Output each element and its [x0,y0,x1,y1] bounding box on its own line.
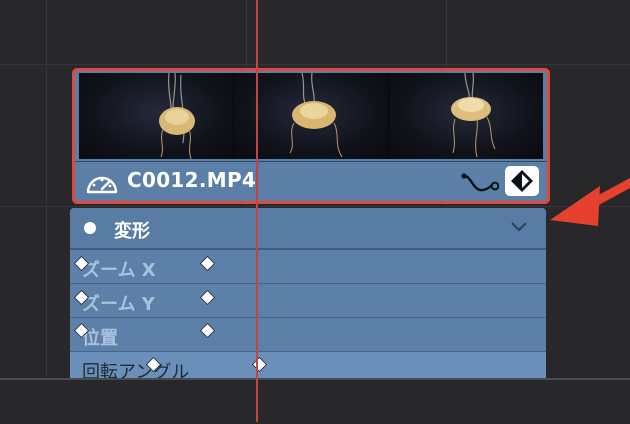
property-label: ズーム Y [82,294,155,315]
timeline-bottom-track [0,378,630,424]
thumbnail-frame [79,73,234,159]
property-row-rotation[interactable]: 回転アングル [70,352,546,380]
property-label: ズーム X [82,260,156,281]
track-divider [0,64,630,65]
chevron-down-icon[interactable] [510,220,528,234]
transform-title: 変形 [114,221,150,242]
track-divider [0,206,630,207]
property-row-zoom-y[interactable]: ズーム Y [70,284,546,319]
speedometer-icon[interactable] [85,172,119,196]
property-row-position[interactable]: 位置 [70,318,546,353]
keyframe-diamond-icon [511,170,533,192]
clip-footer: C0012.MP4 [75,161,547,201]
timeline-clip[interactable]: C0012.MP4 [72,68,550,204]
transform-panel: 変形 ズーム X ズーム Y 位置 回転アングル [70,208,546,380]
transform-header[interactable]: 変形 [70,208,546,250]
annotation-arrow-icon [550,178,630,226]
playhead[interactable] [256,0,258,422]
curve-icon[interactable] [461,170,499,196]
property-row-zoom-x[interactable]: ズーム X [70,250,546,285]
keyframe-toggle-dot[interactable] [84,222,96,234]
clip-name: C0012.MP4 [127,168,257,192]
clip-thumbnails [79,73,543,159]
property-label: 回転アングル [82,362,190,380]
thumbnail-frame [389,73,543,159]
keyframe-button[interactable] [505,166,539,196]
